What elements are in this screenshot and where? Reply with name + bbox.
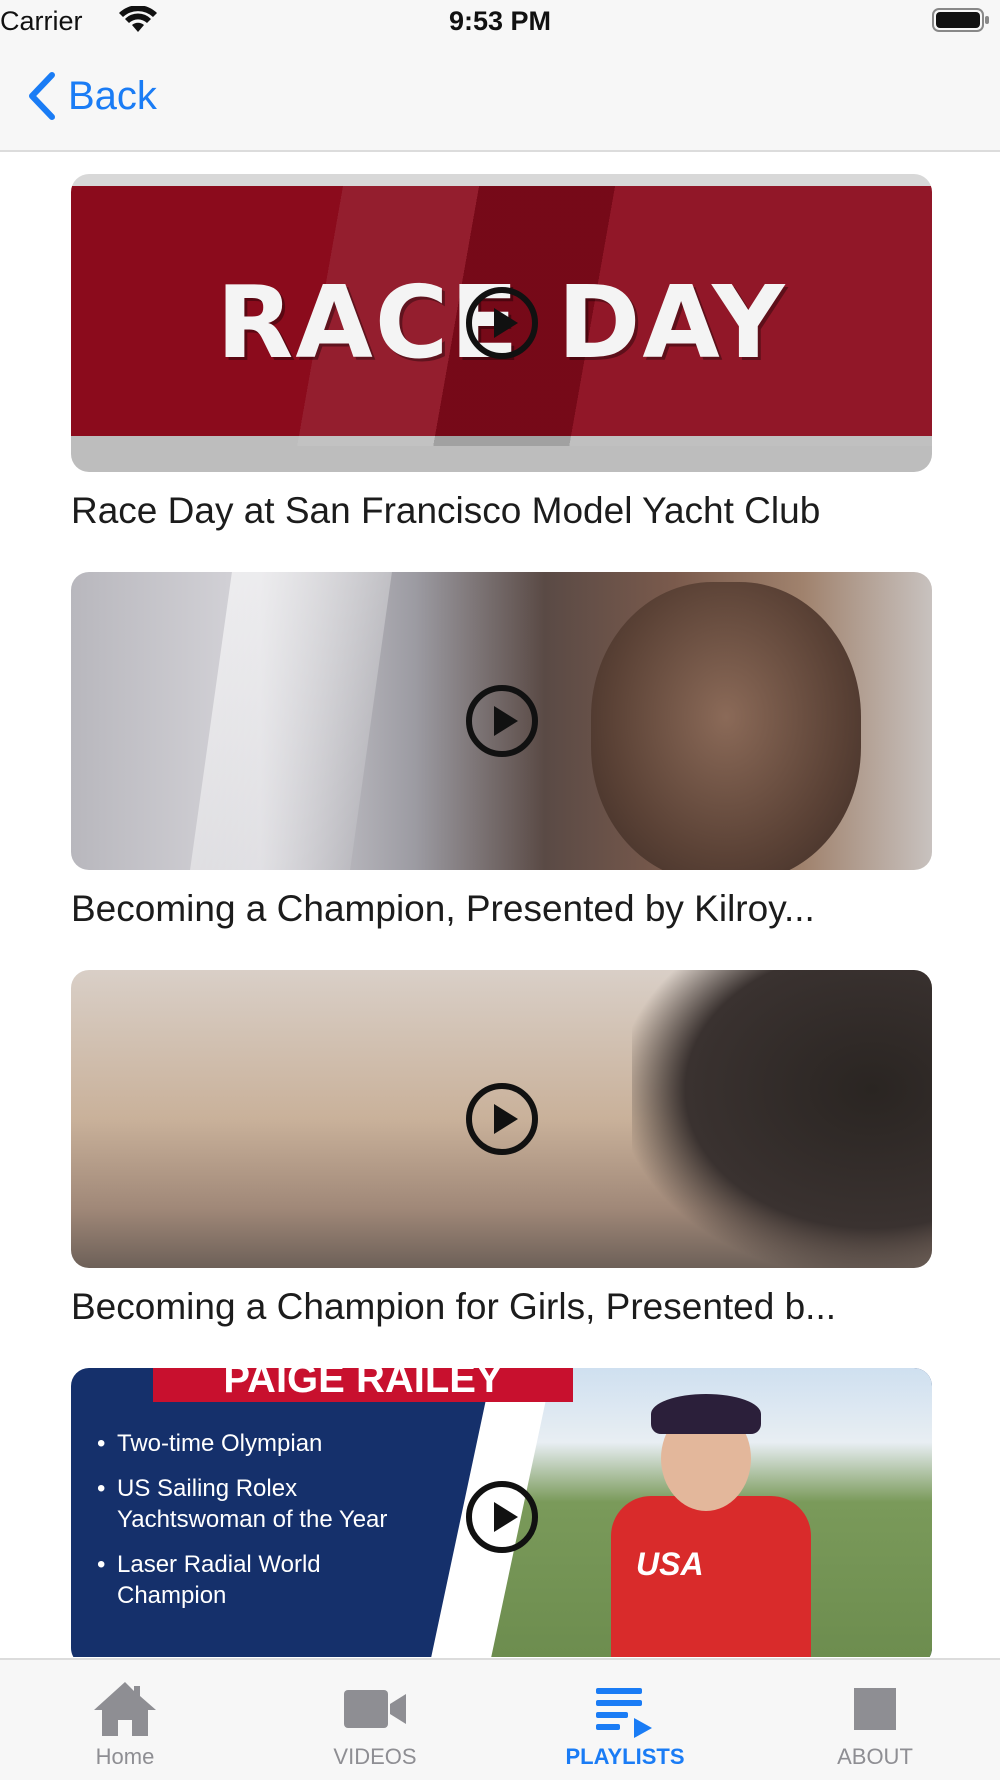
play-icon[interactable] bbox=[465, 286, 539, 360]
thumbnail-bullet: US Sailing Rolex Yachtswoman of the Year bbox=[97, 1473, 447, 1535]
video-thumbnail[interactable] bbox=[71, 970, 932, 1268]
thumbnail-person: USA bbox=[611, 1386, 811, 1657]
thumbnail-shirt-text: USA bbox=[636, 1546, 704, 1582]
video-card[interactable]: Becoming a Champion for Girls, Presented… bbox=[71, 970, 932, 1328]
tab-label: ABOUT bbox=[837, 1744, 913, 1769]
status-bar: Carrier 9:53 PM bbox=[0, 0, 1000, 42]
playlist-icon bbox=[596, 1688, 652, 1738]
tab-bar: Home VIDEOS PLAYLISTS ABOUT bbox=[0, 1658, 1000, 1780]
video-title[interactable]: Race Day at San Francisco Model Yacht Cl… bbox=[71, 490, 932, 532]
video-thumbnail[interactable]: RACE DAY bbox=[71, 174, 932, 472]
video-title[interactable]: Becoming a Champion, Presented by Kilroy… bbox=[71, 888, 932, 930]
play-icon[interactable] bbox=[465, 684, 539, 758]
tab-label: PLAYLISTS bbox=[565, 1744, 685, 1769]
home-icon bbox=[94, 1682, 156, 1736]
play-icon[interactable] bbox=[465, 1480, 539, 1554]
thumbnail-decoration bbox=[632, 970, 932, 1268]
navigation-bar: Back bbox=[0, 42, 1000, 152]
thumbnail-bullet: Two-time Olympian bbox=[97, 1428, 447, 1459]
square-icon bbox=[854, 1688, 896, 1730]
video-card[interactable]: PAIGE RAILEY Two-time Olympian US Sailin… bbox=[71, 1368, 932, 1657]
back-label: Back bbox=[68, 73, 157, 118]
video-list[interactable]: RACE DAY Race Day at San Francisco Model… bbox=[0, 152, 1000, 1657]
clock: 9:53 PM bbox=[448, 6, 552, 36]
back-button[interactable]: Back bbox=[26, 70, 157, 122]
tab-home[interactable]: Home bbox=[0, 1660, 250, 1780]
video-card[interactable]: RACE DAY Race Day at San Francisco Model… bbox=[71, 174, 932, 532]
thumbnail-bullet: Laser Radial World Champion bbox=[97, 1549, 377, 1611]
video-thumbnail[interactable]: PAIGE RAILEY Two-time Olympian US Sailin… bbox=[71, 1368, 932, 1657]
battery-icon bbox=[932, 8, 989, 32]
play-icon[interactable] bbox=[465, 1082, 539, 1156]
tab-playlists[interactable]: PLAYLISTS bbox=[500, 1660, 750, 1780]
thumbnail-decoration bbox=[190, 572, 392, 870]
video-camera-icon bbox=[344, 1690, 406, 1728]
tab-videos[interactable]: VIDEOS bbox=[250, 1660, 500, 1780]
thumbnail-decoration bbox=[591, 582, 861, 870]
chevron-left-icon bbox=[29, 72, 55, 120]
thumbnail-banner: PAIGE RAILEY bbox=[153, 1368, 573, 1402]
tab-label: Home bbox=[95, 1744, 155, 1769]
video-card[interactable]: Becoming a Champion, Presented by Kilroy… bbox=[71, 572, 932, 930]
video-thumbnail[interactable] bbox=[71, 572, 932, 870]
video-title[interactable]: Becoming a Champion for Girls, Presented… bbox=[71, 1286, 932, 1328]
thumbnail-bullet-list: Two-time Olympian US Sailing Rolex Yacht… bbox=[95, 1428, 447, 1625]
tab-about[interactable]: ABOUT bbox=[750, 1660, 1000, 1780]
tab-label: VIDEOS bbox=[333, 1744, 417, 1769]
thumbnail-decoration bbox=[651, 1394, 761, 1434]
